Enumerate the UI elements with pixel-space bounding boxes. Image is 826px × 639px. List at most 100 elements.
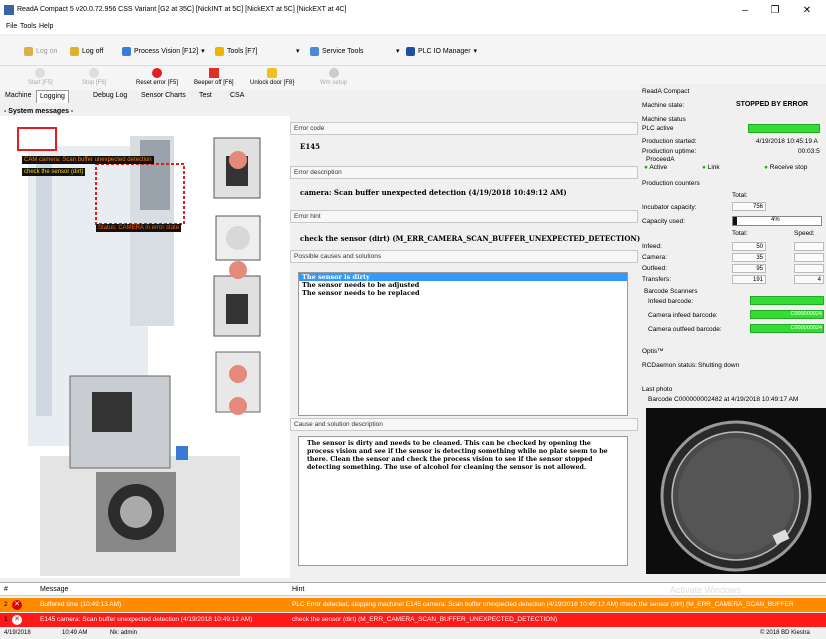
transfers-speed: 4 — [794, 275, 824, 284]
capacity-used-label: Capacity used: — [642, 218, 685, 225]
speaker-mute-icon — [208, 68, 219, 78]
col-message[interactable]: Message — [40, 586, 68, 593]
tab-debug-log[interactable]: Debug Log — [90, 90, 130, 103]
production-started-value: 4/19/2018 10:45:19 A — [756, 138, 818, 145]
capacity-used-bar: 4% — [732, 216, 822, 226]
menu-file[interactable]: File — [6, 23, 17, 30]
monitor-icon — [122, 46, 131, 56]
error-hint-header: Error hint — [290, 210, 638, 223]
status-copyright: © 2018 BD Kiestra — [760, 630, 810, 636]
main-toolbar: Log on Log off Process Vision [F12] ▾ To… — [0, 36, 826, 66]
solution-description: The sensor is dirty and needs to be clea… — [298, 436, 628, 566]
error-details-panel: Error code E145 Error description camera… — [290, 116, 640, 578]
status-bar: 4/19/2018 10:49 AM Nk: admin © 2018 BD K… — [0, 628, 826, 639]
camera-outfeed-barcode-label: Camera outfeed barcode: — [648, 326, 722, 333]
stop-icon — [89, 68, 100, 78]
row-message: E145 camera: Scan buffer unexpected dete… — [40, 616, 253, 623]
proceeda-link: ● Link — [702, 164, 720, 171]
machine-state-label: Machine state: — [642, 102, 685, 109]
wm-setup-button[interactable]: Wm setup — [320, 68, 347, 86]
chevron-down-icon: ▾ — [396, 48, 400, 55]
user-logoff-icon — [70, 46, 79, 56]
col-hint[interactable]: Hint — [292, 586, 304, 593]
total-header-2: Total: — [732, 230, 748, 237]
chevron-down-icon: ▾ — [296, 48, 300, 55]
unlock-door-button[interactable]: Unlock door [F8] — [250, 68, 294, 86]
unlock-icon — [267, 68, 278, 78]
menu-tools[interactable]: Tools — [20, 23, 36, 30]
overlay-message-1: CAM camera: Scan buffer unexpected detec… — [22, 156, 154, 164]
proceeda-active: ● Active — [644, 164, 668, 171]
table-row[interactable]: 2 ✕ Buffered time (10:49:13 AM) PLC Erro… — [0, 598, 826, 612]
cause-item[interactable]: The sensor needs to be adjusted — [299, 281, 627, 289]
cause-item[interactable]: The sensor is dirty — [299, 273, 627, 281]
camera-outfeed-barcode-value: C000000024 — [750, 324, 824, 333]
plc-io-button[interactable]: PLC IO Manager ▾ — [406, 44, 477, 58]
table-row[interactable]: 1 ✕ E145 camera: Scan buffer unexpected … — [0, 613, 826, 627]
production-started-label: Production started: — [642, 138, 697, 145]
app-name-label: ReadA Compact — [642, 88, 690, 95]
camera-speed — [794, 253, 824, 262]
row-message: Buffered time (10:49:13 AM) — [40, 601, 122, 608]
last-photo-barcode: Barcode C000000002482 at 4/19/2018 10:49… — [648, 396, 799, 403]
row-number: 1 — [4, 616, 8, 623]
plc-active-label: PLC active — [642, 125, 674, 132]
beeper-off-button[interactable]: Beeper off [F6] — [194, 68, 234, 86]
activate-windows-watermark: Activate Windows — [670, 585, 742, 595]
wrench-icon — [310, 46, 319, 56]
status-date: 4/19/2018 — [4, 630, 31, 636]
check-icon: ● — [644, 164, 648, 171]
logoff-button[interactable]: Log off — [70, 44, 103, 58]
capacity-used-value: 4% — [771, 217, 780, 223]
causes-list[interactable]: The sensor is dirty The sensor needs to … — [298, 272, 628, 416]
barcode-scanners-label: Barcode Scanners — [644, 288, 698, 295]
infeed-value: 50 — [732, 242, 766, 251]
row-number: 2 — [4, 601, 8, 608]
process-vision-button[interactable]: Process Vision [F12] ▾ — [122, 44, 205, 58]
window-title: ReadA Compact 5 v20.0.72.956 CSS Variant… — [17, 6, 347, 13]
optis-label: Optis™ — [642, 348, 664, 355]
cause-item[interactable]: The sensor needs to be replaced — [299, 289, 627, 297]
proceeda-label: ProceedA — [646, 156, 675, 163]
tools-dropdown[interactable]: ▾ — [296, 44, 300, 58]
outfeed-speed — [794, 264, 824, 273]
login-button[interactable]: Log on — [24, 44, 57, 58]
col-number: # — [4, 586, 8, 593]
error-code-header: Error code — [290, 122, 638, 135]
tab-sensor-charts[interactable]: Sensor Charts — [138, 90, 189, 103]
infeed-barcode-indicator — [750, 296, 824, 305]
tab-logging[interactable]: Logging — [36, 90, 69, 103]
close-button[interactable]: ✕ — [794, 3, 820, 19]
tab-test[interactable]: Test — [196, 90, 215, 103]
error-icon: ✕ — [12, 615, 22, 625]
camera-infeed-barcode-label: Camera infeed barcode: — [648, 312, 718, 319]
app-icon — [4, 5, 14, 15]
machine-diagram: CAM camera: Scan buffer unexpected detec… — [0, 116, 290, 578]
reset-error-button[interactable]: Reset error [F5] — [136, 68, 178, 86]
tools-button[interactable]: Tools [F7] — [215, 44, 257, 58]
camera-value: 35 — [732, 253, 766, 262]
plc-io-dropdown[interactable]: ▾ — [396, 44, 400, 58]
error-code-value: E145 — [300, 142, 320, 151]
last-photo[interactable] — [646, 408, 826, 574]
minimize-button[interactable]: – — [732, 3, 758, 19]
start-button[interactable]: Start [F5] — [28, 68, 53, 86]
overlay-message-2: check the sensor (dirt) — [22, 168, 86, 176]
menu-help[interactable]: Help — [39, 23, 53, 30]
rcd-status-value: Shutting down — [698, 362, 740, 369]
tab-machine[interactable]: Machine — [2, 90, 34, 103]
user-icon — [24, 46, 33, 56]
solution-header: Cause and solution description — [290, 418, 638, 431]
tab-csa[interactable]: CSA — [227, 90, 247, 103]
overlay-message-3: Status: CAMERA in error state — [96, 224, 182, 232]
stop-button[interactable]: Stop [F6] — [82, 68, 106, 86]
capacity-used-fill — [733, 217, 737, 225]
title-bar: ReadA Compact 5 v20.0.72.956 CSS Variant… — [0, 0, 826, 22]
play-icon — [35, 68, 46, 78]
restore-button[interactable]: ❐ — [762, 3, 788, 19]
tools-icon — [215, 46, 224, 56]
error-icon: ✕ — [12, 600, 22, 610]
service-tools-button[interactable]: Service Tools — [310, 44, 364, 58]
error-description-value: camera: Scan buffer unexpected detection… — [300, 188, 567, 197]
rcd-status-label: RCDaemon status: — [642, 362, 697, 369]
